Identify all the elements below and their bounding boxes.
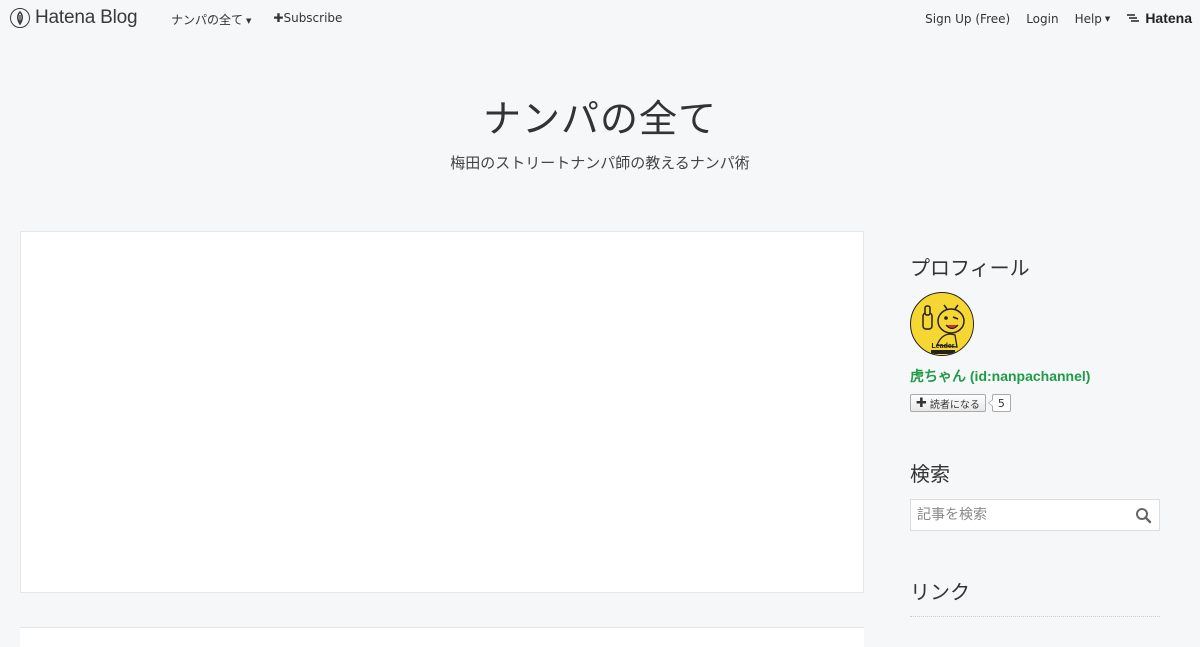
subscribe-link[interactable]: ✚Subscribe: [273, 11, 342, 28]
hatena-label: Hatena: [1145, 10, 1192, 26]
blog-description: 梅田のストリートナンパ師の教えるナンパ術: [450, 154, 750, 172]
subscribe-label: Subscribe: [283, 11, 343, 25]
nav-left: ナンパの全て ▼ ✚Subscribe: [171, 11, 342, 28]
subscribe-button-label: 読者になる: [929, 399, 980, 411]
hatena-mark-icon: [1127, 14, 1140, 22]
search-input[interactable]: [911, 501, 1121, 529]
entry-content-box: [20, 231, 864, 593]
tiger-avatar-icon: Leader: [912, 294, 973, 355]
hatena-blog-icon: [10, 8, 30, 28]
brand-label: Hatena Blog: [35, 7, 138, 28]
search-heading: 検索: [910, 462, 950, 486]
nav-right: Sign Up (Free) Login Help ▼ Hatena: [925, 10, 1192, 26]
help-label: Help: [1074, 11, 1102, 26]
links-divider: [910, 616, 1160, 617]
signup-link[interactable]: Sign Up (Free): [925, 12, 1010, 26]
global-header: Hatena Blog ナンパの全て ▼ ✚Subscribe Sign Up (…: [0, 0, 1200, 36]
profile-name-link[interactable]: 虎ちゃん (id:nanpachannel): [910, 366, 1090, 386]
hatena-logo[interactable]: Hatena: [1126, 10, 1192, 26]
search-form: [910, 499, 1160, 531]
caret-down-icon: ▼: [246, 16, 252, 25]
blog-menu-label: ナンパの全て: [171, 13, 244, 27]
links-heading: リンク: [910, 580, 970, 604]
subscribe-widget: ✚ 読者になる 5: [910, 394, 1011, 412]
login-link[interactable]: Login: [1026, 12, 1058, 26]
search-icon[interactable]: [1135, 507, 1152, 528]
plus-icon: ✚: [273, 11, 284, 25]
caret-down-icon: ▼: [1104, 15, 1111, 23]
subscriber-count[interactable]: 5: [987, 394, 1011, 412]
blog-title[interactable]: ナンパの全て: [0, 88, 1200, 143]
help-menu[interactable]: Help ▼: [1075, 12, 1111, 26]
blog-menu[interactable]: ナンパの全て ▼: [171, 11, 251, 28]
subscribe-button[interactable]: ✚ 読者になる: [910, 394, 986, 412]
avatar[interactable]: Leader: [910, 292, 974, 356]
plus-icon: ✚: [916, 395, 927, 411]
profile-heading: プロフィール: [910, 256, 1030, 280]
next-entry-box: [20, 627, 864, 647]
avatar-text: Leader: [932, 343, 955, 350]
hatena-blog-logo[interactable]: Hatena Blog: [10, 7, 138, 29]
